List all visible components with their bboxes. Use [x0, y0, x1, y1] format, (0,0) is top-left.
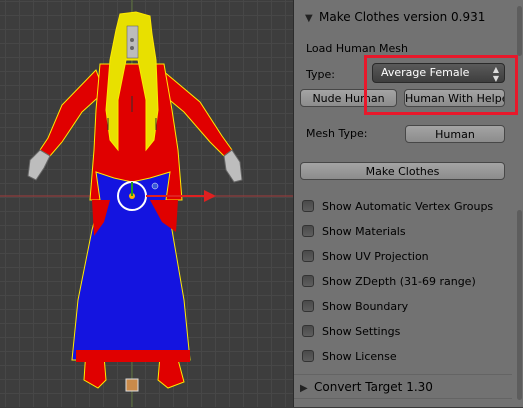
checkbox-label: Show Settings: [322, 325, 401, 338]
checkbox-box[interactable]: [302, 225, 314, 237]
checkbox-show-boundary[interactable]: Show Boundary: [302, 299, 408, 315]
origin-marker[interactable]: [125, 378, 139, 392]
viewport-scene: [0, 0, 293, 407]
collapse-triangle-icon: ▼: [305, 13, 313, 24]
panel-scrollbar-lower[interactable]: [517, 210, 522, 400]
checkbox-box[interactable]: [302, 275, 314, 287]
mesh-type-button[interactable]: Human: [405, 125, 505, 143]
human-mesh[interactable]: [27, 11, 243, 389]
checkbox-box[interactable]: [302, 250, 314, 262]
load-human-mesh-label: Load Human Mesh: [306, 42, 409, 55]
checkbox-label: Show Automatic Vertex Groups: [322, 200, 494, 213]
checkbox-label: Show UV Projection: [322, 250, 429, 263]
checkbox-show-settings[interactable]: Show Settings: [302, 324, 400, 340]
checkbox-label: Show License: [322, 350, 397, 363]
checkbox-show-uv-projection[interactable]: Show UV Projection: [302, 249, 429, 265]
make-clothes-button[interactable]: Make Clothes: [300, 162, 505, 180]
checkbox-show-automatic-vertex-groups[interactable]: Show Automatic Vertex Groups: [302, 199, 493, 215]
checkbox-box[interactable]: [302, 200, 314, 212]
checkbox-show-zdepth[interactable]: Show ZDepth (31-69 range): [302, 274, 476, 290]
checkbox-box[interactable]: [302, 325, 314, 337]
mesh-type-label: Mesh Type:: [306, 127, 368, 140]
checkbox-box[interactable]: [302, 300, 314, 312]
checkbox-show-materials[interactable]: Show Materials: [302, 224, 406, 240]
3d-viewport[interactable]: [0, 0, 293, 407]
checkbox-box[interactable]: [302, 350, 314, 362]
checkbox-show-license[interactable]: Show License: [302, 349, 397, 365]
panel-scrollbar[interactable]: [517, 6, 522, 56]
checkbox-label: Show Materials: [322, 225, 406, 238]
type-label: Type:: [306, 68, 335, 81]
convert-target-panel-header[interactable]: ▶ Convert Target 1.30: [294, 374, 512, 399]
highlight-annotation-box: [364, 55, 518, 115]
checkbox-label: Show Boundary: [322, 300, 409, 313]
make-clothes-title: Make Clothes version 0.931: [319, 10, 486, 24]
make-clothes-panel-header[interactable]: ▼ Make Clothes version 0.931: [299, 5, 509, 29]
checkbox-label: Show ZDepth (31-69 range): [322, 275, 476, 288]
convert-target-title: Convert Target 1.30: [314, 380, 433, 394]
